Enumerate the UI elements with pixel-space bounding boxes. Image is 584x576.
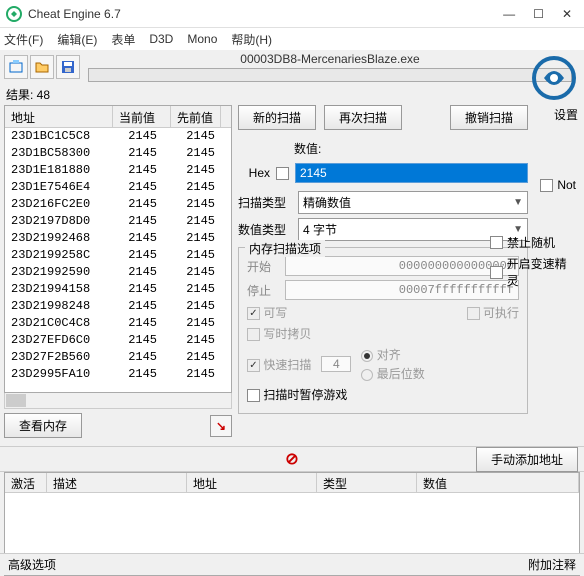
table-row[interactable]: 23D2197D8D021452145 <box>5 213 231 230</box>
manual-add-button[interactable]: 手动添加地址 <box>476 447 578 472</box>
memory-scan-options-group: 内存扫描选项 开始 停止 可写 可执行 写时拷贝 快速扫描 对齐 <box>238 247 528 414</box>
scan-type-dropdown[interactable]: 精确数值▼ <box>298 191 528 214</box>
col-description[interactable]: 描述 <box>47 473 187 492</box>
speedhack-checkbox[interactable] <box>490 266 503 279</box>
last-digits-radio <box>361 369 373 381</box>
copy-on-write-checkbox <box>247 328 260 341</box>
table-row[interactable]: 23D216FC2E021452145 <box>5 196 231 213</box>
fast-scan-value-input[interactable] <box>321 356 351 372</box>
close-button[interactable]: ✕ <box>562 7 572 21</box>
horizontal-scrollbar[interactable] <box>4 393 232 409</box>
value-type-label: 数值类型 <box>238 221 292 238</box>
disable-random-checkbox[interactable] <box>490 236 503 249</box>
stop-address-input[interactable] <box>285 280 519 300</box>
col-activate[interactable]: 激活 <box>5 473 47 492</box>
table-row[interactable]: 23D2199246821452145 <box>5 230 231 247</box>
menu-d3d[interactable]: D3D <box>149 32 173 46</box>
results-count-label: 结果: 48 <box>0 84 584 105</box>
menu-mono[interactable]: Mono <box>187 32 217 46</box>
hex-label: Hex <box>238 166 270 180</box>
menu-help[interactable]: 帮助(H) <box>231 31 272 48</box>
divider: ⊘ 手动添加地址 <box>0 446 584 472</box>
scan-type-label: 扫描类型 <box>238 194 292 211</box>
process-name-label: 00003DB8-MercenariesBlaze.exe <box>88 52 572 66</box>
minimize-button[interactable]: — <box>503 7 515 21</box>
table-row[interactable]: 23D2199415821452145 <box>5 281 231 298</box>
not-label: Not <box>557 178 576 192</box>
table-row[interactable]: 23D2199258C21452145 <box>5 247 231 264</box>
add-to-list-button[interactable]: ↘ <box>210 415 232 437</box>
writable-checkbox <box>247 307 260 320</box>
settings-label[interactable]: 设置 <box>554 106 578 123</box>
col-header-previous[interactable]: 先前值 <box>171 106 221 127</box>
new-scan-button[interactable]: 新的扫描 <box>238 105 316 130</box>
pause-game-checkbox[interactable] <box>247 389 260 402</box>
col-type[interactable]: 类型 <box>317 473 417 492</box>
value-input[interactable] <box>295 163 528 183</box>
table-row[interactable]: 23D1BC5830021452145 <box>5 145 231 162</box>
save-button[interactable] <box>56 55 80 79</box>
fast-scan-checkbox <box>247 359 260 372</box>
col-address[interactable]: 地址 <box>187 473 317 492</box>
table-row[interactable]: 23D1BC1C5C821452145 <box>5 128 231 145</box>
not-checkbox[interactable] <box>540 179 553 192</box>
table-row[interactable]: 23D2995FA1021452145 <box>5 366 231 383</box>
start-address-input[interactable] <box>285 256 519 276</box>
next-scan-button[interactable]: 再次扫描 <box>324 105 402 130</box>
col-header-current[interactable]: 当前值 <box>113 106 171 127</box>
start-label: 开始 <box>247 258 277 275</box>
table-row[interactable]: 23D2199824821452145 <box>5 298 231 315</box>
advanced-options-link[interactable]: 高级选项 <box>8 556 56 573</box>
open-process-button[interactable] <box>4 55 28 79</box>
prohibit-icon[interactable]: ⊘ <box>285 449 298 469</box>
results-table: 地址 当前值 先前值 23D1BC1C5C82145214523D1BC5830… <box>4 105 232 393</box>
menu-edit[interactable]: 编辑(E) <box>57 31 97 48</box>
menu-table[interactable]: 表单 <box>111 31 135 48</box>
menu-file[interactable]: 文件(F) <box>4 31 43 48</box>
stop-label: 停止 <box>247 282 277 299</box>
attach-comment-link[interactable]: 附加注释 <box>528 556 576 573</box>
cheat-engine-logo-icon[interactable] <box>530 54 578 102</box>
table-row[interactable]: 23D2199259021452145 <box>5 264 231 281</box>
toolbar: 00003DB8-MercenariesBlaze.exe <box>0 50 584 84</box>
titlebar: Cheat Engine 6.7 — ☐ ✕ <box>0 0 584 28</box>
status-bar: 高级选项 附加注释 <box>0 553 584 575</box>
maximize-button[interactable]: ☐ <box>533 7 544 21</box>
col-value[interactable]: 数值 <box>417 473 579 492</box>
app-logo-icon <box>6 6 22 22</box>
undo-scan-button[interactable]: 撤销扫描 <box>450 105 528 130</box>
table-row[interactable]: 23D1E7546E421452145 <box>5 179 231 196</box>
group-title: 内存扫描选项 <box>245 240 325 257</box>
menubar: 文件(F) 编辑(E) 表单 D3D Mono 帮助(H) <box>0 28 584 50</box>
col-header-address[interactable]: 地址 <box>5 106 113 127</box>
table-row[interactable]: 23D1E18188021452145 <box>5 162 231 179</box>
table-row[interactable]: 23D27F2B56021452145 <box>5 349 231 366</box>
executable-checkbox <box>467 307 480 320</box>
alignment-radio <box>361 350 373 362</box>
table-row[interactable]: 23D27EFD6C021452145 <box>5 332 231 349</box>
table-row[interactable]: 23D21C0C4C821452145 <box>5 315 231 332</box>
view-memory-button[interactable]: 查看内存 <box>4 413 82 438</box>
window-title: Cheat Engine 6.7 <box>28 7 503 21</box>
open-file-button[interactable] <box>30 55 54 79</box>
hex-checkbox[interactable] <box>276 167 289 180</box>
value-label-top: 数值: <box>294 140 321 157</box>
progress-bar <box>88 68 572 82</box>
